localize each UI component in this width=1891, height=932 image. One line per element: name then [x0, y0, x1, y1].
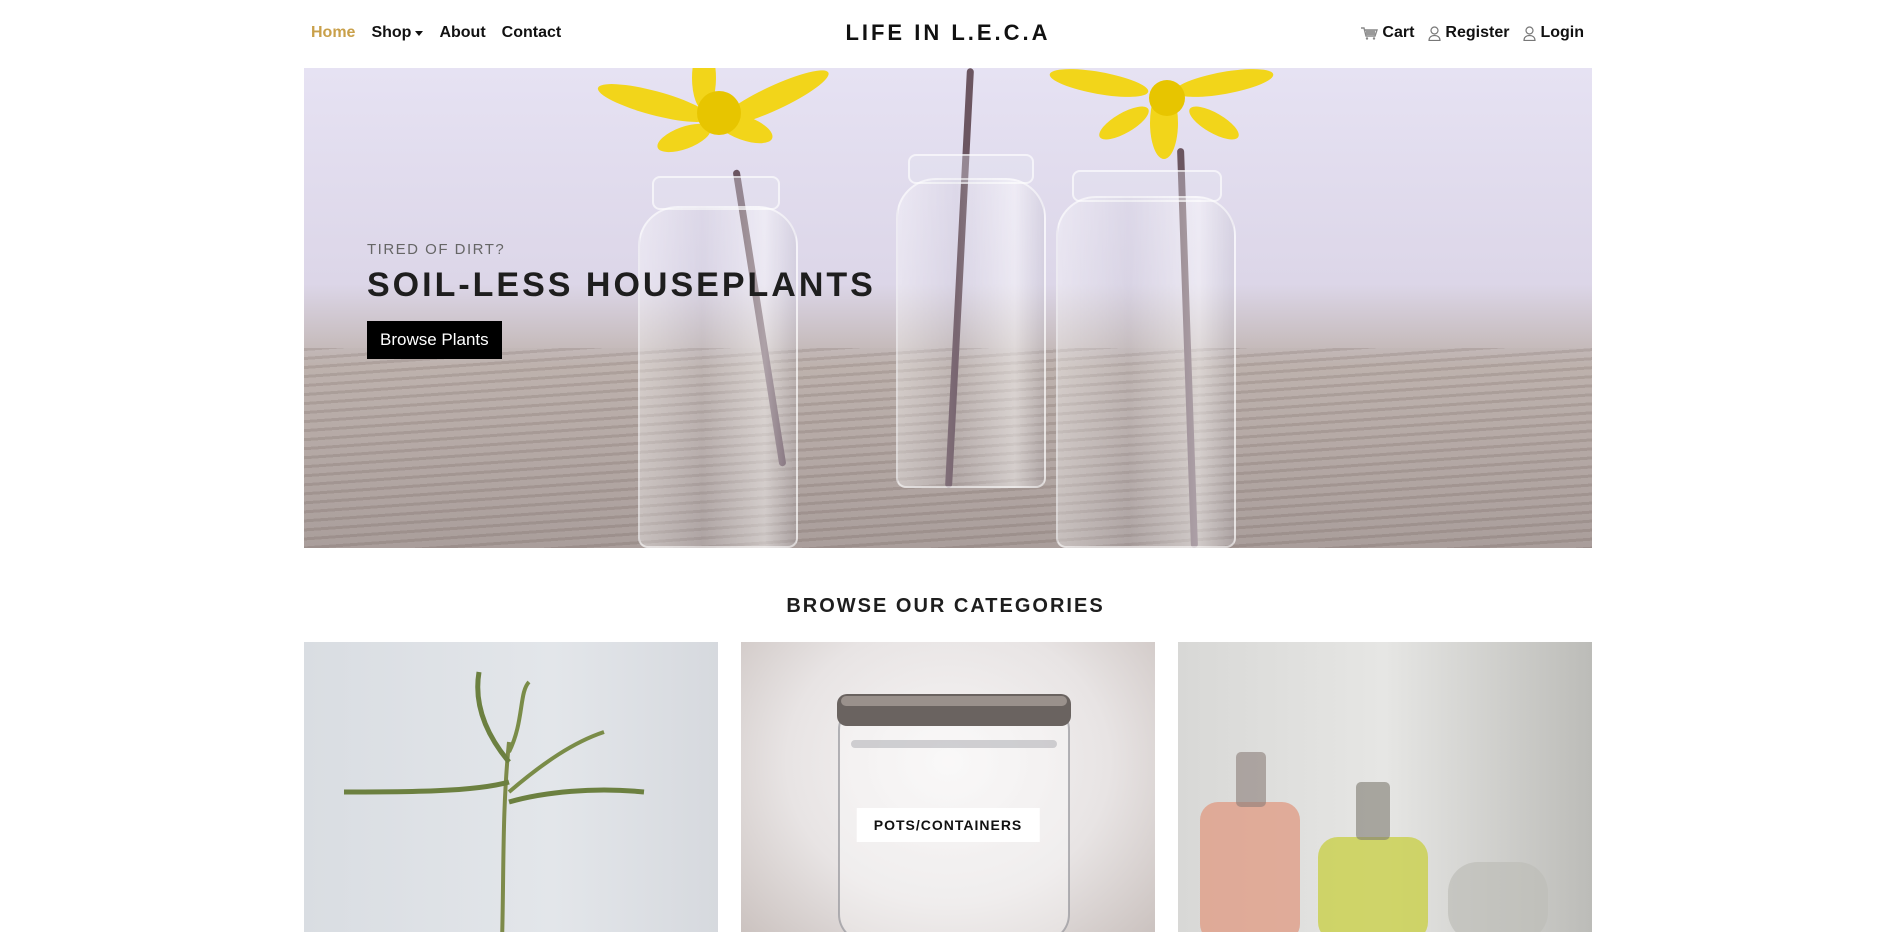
navbar: Home Shop About Contact LIFE IN L.E.C.A … — [304, 0, 1592, 68]
browse-plants-button[interactable]: Browse Plants — [367, 321, 502, 359]
glass-jar-photo — [837, 694, 1071, 932]
category-card-nutrients[interactable] — [1178, 642, 1592, 932]
nav-link-login[interactable]: Login — [1523, 24, 1584, 42]
category-card-pots[interactable]: POTS/CONTAINERS — [741, 642, 1155, 932]
nav-right-links: Cart Register Login — [1360, 24, 1584, 42]
hero-text: TIRED OF DIRT? SOIL-LESS HOUSEPLANTS Bro… — [367, 241, 876, 359]
nav-link-cart[interactable]: Cart — [1360, 24, 1414, 42]
hero-subtitle: TIRED OF DIRT? — [367, 241, 506, 258]
user-icon — [1523, 25, 1537, 41]
user-icon — [1428, 25, 1442, 41]
hero-banner: TIRED OF DIRT? SOIL-LESS HOUSEPLANTS Bro… — [304, 68, 1592, 548]
bottles-photo — [1200, 752, 1548, 932]
categories-title: BROWSE OUR CATEGORIES — [786, 595, 1105, 617]
nav-link-register[interactable]: Register — [1428, 24, 1509, 42]
flower-icon — [1049, 69, 1274, 159]
nav-link-login-label: Login — [1540, 24, 1584, 41]
hero-title: SOIL-LESS HOUSEPLANTS — [367, 266, 876, 304]
plant-stem-photo — [343, 671, 645, 932]
nav-link-cart-label: Cart — [1382, 24, 1415, 41]
cart-icon — [1361, 27, 1379, 40]
flower-icon — [597, 68, 829, 153]
nav-link-register-label: Register — [1445, 24, 1510, 41]
category-card-plants[interactable] — [304, 642, 718, 932]
category-label-pots: POTS/CONTAINERS — [856, 808, 1040, 842]
